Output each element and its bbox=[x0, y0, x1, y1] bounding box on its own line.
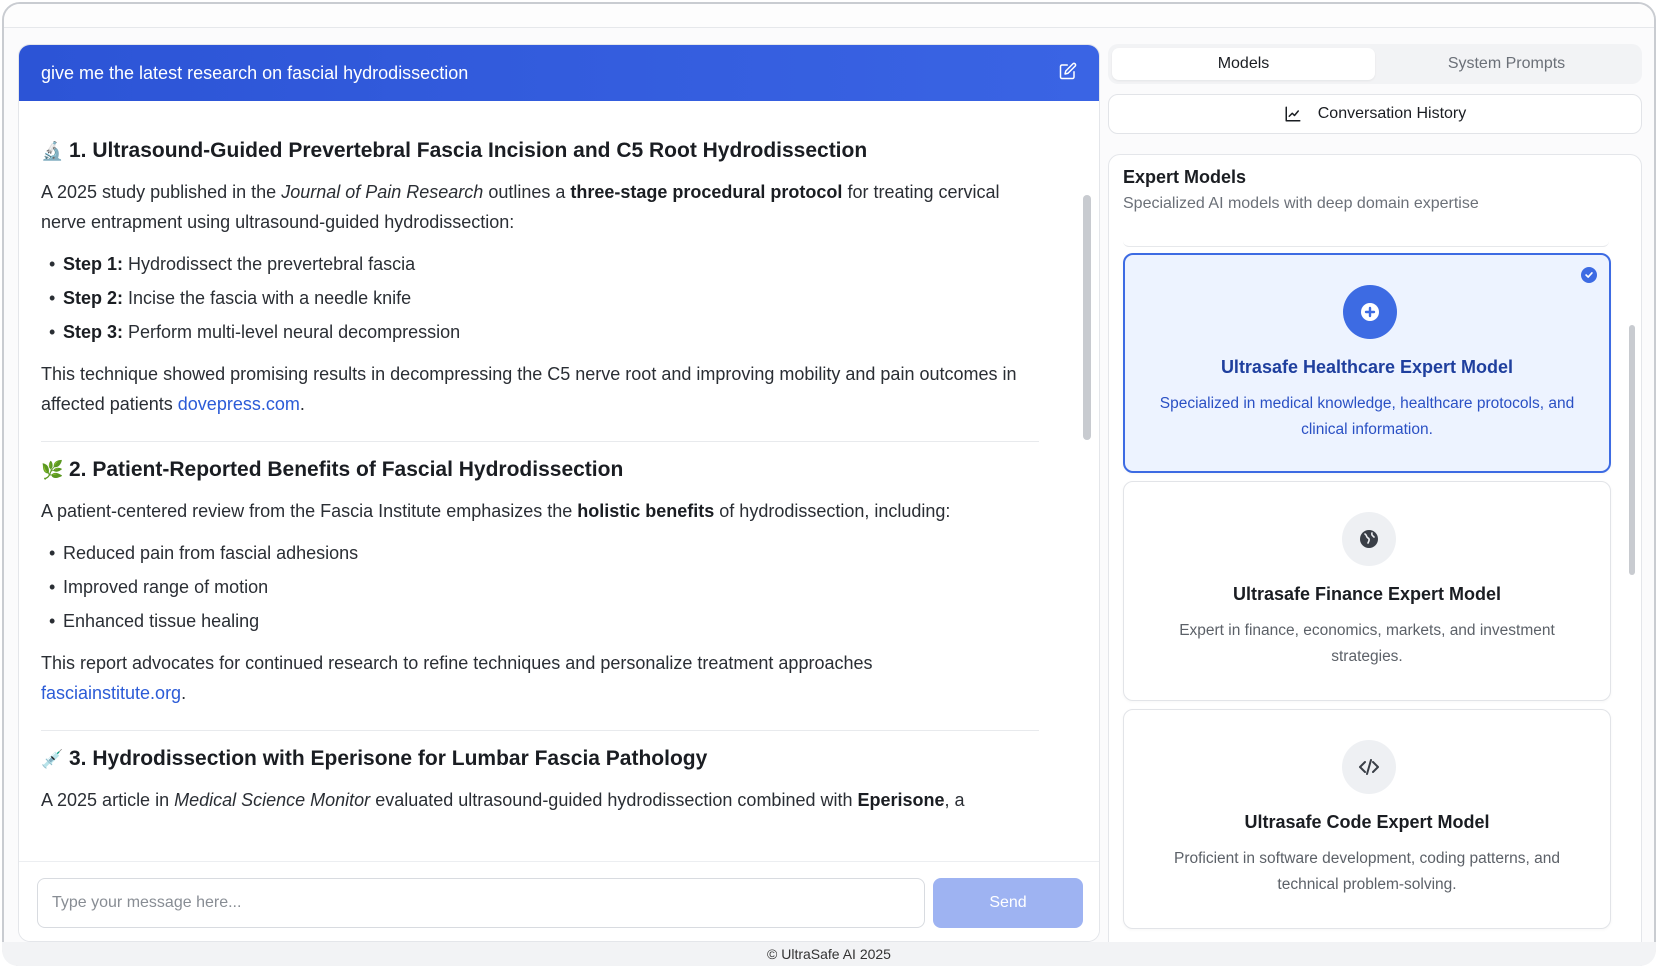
benefits-list: Reduced pain from fascial adhesions Impr… bbox=[49, 536, 1039, 638]
list-item: Step 1: Hydrodissect the prevertebral fa… bbox=[49, 247, 1039, 281]
composer: Send bbox=[19, 861, 1099, 941]
footer-copyright: © UltraSafe AI 2025 bbox=[2, 942, 1656, 966]
section-heading: 🌿 2. Patient-Reported Benefits of Fascia… bbox=[41, 458, 1039, 482]
tab-system-prompts[interactable]: System Prompts bbox=[1375, 48, 1638, 80]
top-bar bbox=[4, 4, 1654, 28]
models-scrollbar[interactable] bbox=[1629, 325, 1635, 575]
section-outro: This report advocates for continued rese… bbox=[41, 653, 873, 703]
model-description: Expert in finance, economics, markets, a… bbox=[1179, 622, 1555, 665]
source-link[interactable]: fasciainstitute.org bbox=[41, 683, 181, 703]
section-heading: 🔬 1. Ultrasound-Guided Prevertebral Fasc… bbox=[41, 139, 1039, 163]
conversation-history-button[interactable]: Conversation History bbox=[1108, 94, 1642, 134]
section-intro: A 2025 study published in the Journal of… bbox=[41, 182, 1000, 232]
section-intro: A 2025 article in Medical Science Monito… bbox=[41, 790, 965, 810]
model-name: Ultrasafe Code Expert Model bbox=[1244, 812, 1490, 832]
source-link[interactable]: dovepress.com bbox=[178, 394, 300, 414]
divider bbox=[41, 441, 1039, 442]
list-item: Enhanced tissue healing bbox=[49, 604, 1039, 638]
model-description: Specialized in medical knowledge, health… bbox=[1159, 395, 1575, 438]
section-heading-text: 3. Hydrodissection with Eperisone for Lu… bbox=[69, 747, 708, 770]
microscope-icon: 🔬 bbox=[41, 140, 64, 161]
chat-scroll-thumb[interactable] bbox=[1083, 195, 1091, 440]
section-heading-text: 2. Patient-Reported Benefits of Fascial … bbox=[69, 458, 624, 481]
models-title: Expert Models bbox=[1123, 167, 1247, 187]
steps-list: Step 1: Hydrodissect the prevertebral fa… bbox=[49, 247, 1039, 349]
syringe-icon: 💉 bbox=[41, 748, 64, 769]
models-subtitle: Specialized AI models with deep domain e… bbox=[1123, 195, 1479, 212]
conversation-history-label: Conversation History bbox=[1317, 105, 1467, 122]
list-item: Step 3: Perform multi-level neural decom… bbox=[49, 315, 1039, 349]
edit-icon bbox=[1059, 62, 1077, 79]
section-heading-text: 1. Ultrasound-Guided Prevertebral Fascia… bbox=[69, 139, 868, 162]
chat-title: give me the latest research on fascial h… bbox=[41, 62, 469, 83]
section-heading: 💉 3. Hydrodissection with Eperisone for … bbox=[41, 747, 1039, 771]
herb-icon: 🌿 bbox=[41, 459, 64, 480]
sidebar-tabs: Models System Prompts bbox=[1108, 44, 1642, 84]
model-card-code[interactable]: Ultrasafe Code Expert Model Proficient i… bbox=[1123, 709, 1611, 929]
response-section: 🔬 1. Ultrasound-Guided Prevertebral Fasc… bbox=[41, 139, 1039, 419]
chat-scrollbar[interactable] bbox=[1083, 115, 1091, 815]
list-item: Step 2: Incise the fascia with a needle … bbox=[49, 281, 1039, 315]
chart-icon bbox=[1285, 106, 1301, 122]
code-icon bbox=[1342, 740, 1396, 794]
list-item: Reduced pain from fascial adhesions bbox=[49, 536, 1039, 570]
message-input[interactable] bbox=[37, 878, 925, 928]
section-intro: A patient-centered review from the Fasci… bbox=[41, 501, 951, 521]
model-description: Proficient in software development, codi… bbox=[1173, 850, 1560, 893]
selected-check-icon bbox=[1581, 267, 1597, 283]
response-section: 🌿 2. Patient-Reported Benefits of Fascia… bbox=[41, 458, 1039, 708]
send-button[interactable]: Send bbox=[933, 878, 1083, 928]
message-content: 🔬 1. Ultrasound-Guided Prevertebral Fasc… bbox=[19, 101, 1099, 881]
divider bbox=[1123, 241, 1609, 247]
model-card-healthcare[interactable]: Ultrasafe Healthcare Expert Model Specia… bbox=[1123, 253, 1611, 473]
expert-models-panel: Expert Models Specialized AI models with… bbox=[1108, 154, 1642, 954]
chat-panel: give me the latest research on fascial h… bbox=[18, 44, 1100, 942]
plus-circle-icon bbox=[1343, 285, 1397, 339]
divider bbox=[41, 730, 1039, 731]
list-item: Improved range of motion bbox=[49, 570, 1039, 604]
tab-models[interactable]: Models bbox=[1112, 48, 1375, 80]
model-name: Ultrasafe Finance Expert Model bbox=[1232, 584, 1502, 604]
model-name: Ultrasafe Healthcare Expert Model bbox=[1220, 357, 1514, 377]
model-card-finance[interactable]: Ultrasafe Finance Expert Model Expert in… bbox=[1123, 481, 1611, 701]
response-section: 💉 3. Hydrodissection with Eperisone for … bbox=[41, 747, 1039, 815]
globe-icon bbox=[1342, 512, 1396, 566]
section-outro: This technique showed promising results … bbox=[41, 364, 1017, 414]
edit-title-button[interactable] bbox=[1059, 62, 1077, 85]
chat-header: give me the latest research on fascial h… bbox=[19, 45, 1099, 101]
